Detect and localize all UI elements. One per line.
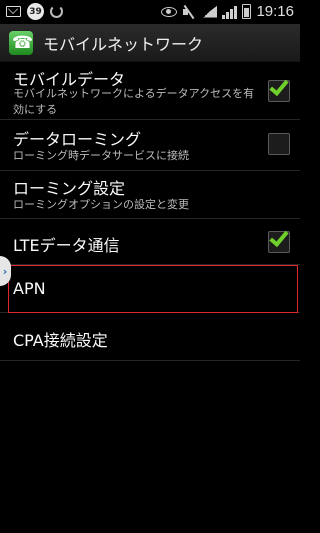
- setting-summary: モバイルネットワークによるデータアクセスを有効にする: [13, 87, 255, 116]
- data-roaming-checkbox[interactable]: [268, 133, 290, 155]
- signal-icon: [222, 5, 238, 19]
- settings-list: モバイルデータ モバイルネットワークによるデータアクセスを有効にする データロー…: [0, 62, 300, 361]
- setting-mobile-data[interactable]: モバイルデータ モバイルネットワークによるデータアクセスを有効にする: [0, 62, 300, 120]
- mute-icon: [182, 5, 196, 19]
- apn-highlight-box: [8, 265, 298, 313]
- setting-summary: ローミングオプションの設定と変更: [13, 198, 189, 211]
- setting-lte[interactable]: LTEデータ通信: [0, 219, 300, 265]
- mail-icon: [6, 6, 21, 17]
- setting-title: LTEデータ通信: [13, 236, 120, 255]
- eye-icon: [161, 6, 178, 17]
- battery-icon: [242, 4, 252, 19]
- sync-icon: [50, 5, 63, 18]
- page-title: モバイルネットワーク: [43, 34, 204, 54]
- setting-data-roaming[interactable]: データローミング ローミング時データサービスに接続: [0, 120, 300, 171]
- setting-title: データローミング: [13, 130, 142, 149]
- lte-checkbox[interactable]: [268, 226, 290, 253]
- status-bar: 39 19:16: [0, 0, 300, 24]
- setting-cpa[interactable]: CPA接続設定: [0, 313, 300, 361]
- setting-title: ローミング設定: [13, 179, 126, 198]
- clock: 19:16: [256, 3, 294, 20]
- mobile-data-checkbox[interactable]: [268, 75, 290, 102]
- setting-roaming-options[interactable]: ローミング設定 ローミングオプションの設定と変更: [0, 171, 300, 219]
- action-bar: モバイルネットワーク: [0, 24, 300, 62]
- setting-title: CPA接続設定: [13, 331, 108, 350]
- setting-summary: ローミング時データサービスに接続: [13, 149, 189, 162]
- chevron-right-icon: ›: [2, 264, 8, 278]
- check-icon: [269, 75, 289, 97]
- badge-icon: 39: [27, 3, 44, 20]
- check-icon: [269, 226, 289, 248]
- phone-icon[interactable]: [9, 30, 33, 55]
- wifi-icon: [201, 5, 218, 18]
